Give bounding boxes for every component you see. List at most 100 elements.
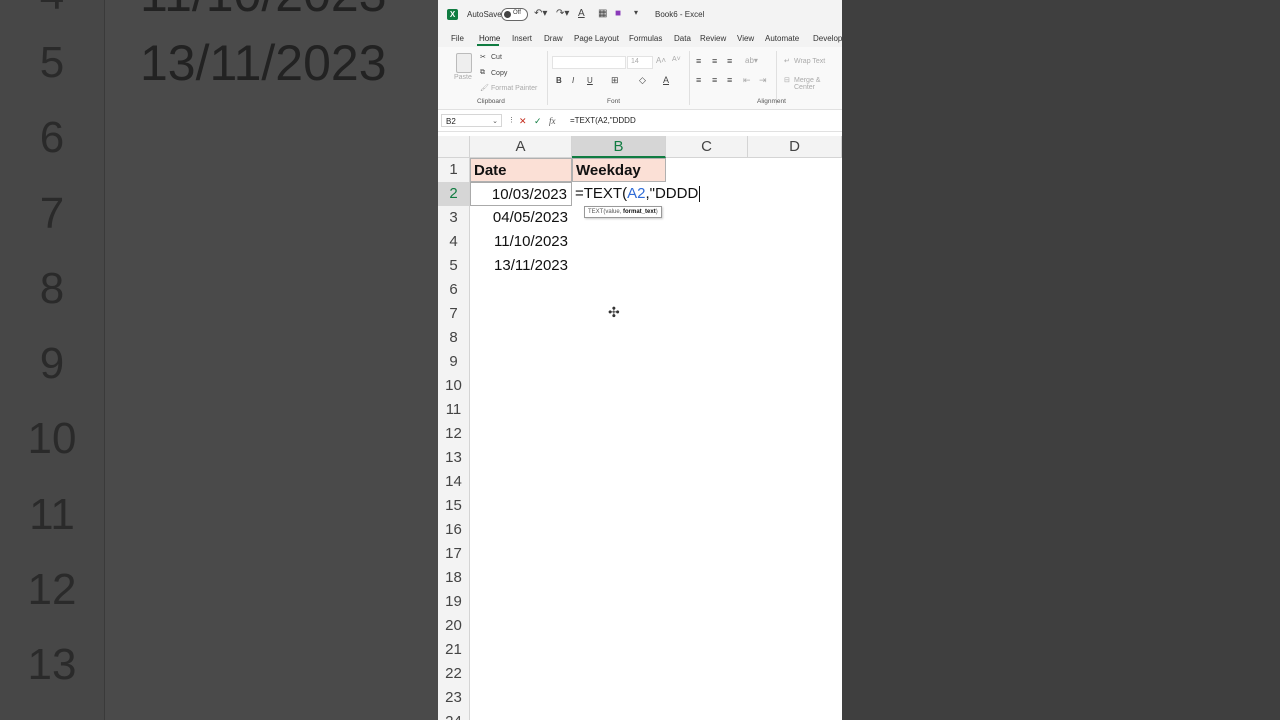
row-header-24[interactable]: 24 bbox=[438, 710, 470, 720]
tab-insert[interactable]: Insert bbox=[512, 34, 532, 43]
column-header-c[interactable]: C bbox=[666, 136, 748, 158]
worksheet-grid[interactable]: A B C D 1 2 3 4 5 6 7 8 9 10 11 12 13 14 15 16 17 18 19 20 2… bbox=[438, 136, 842, 720]
tab-data[interactable]: Data bbox=[674, 34, 691, 43]
font-color-button-icon[interactable]: A bbox=[663, 75, 669, 85]
more-icon: ⋮ bbox=[508, 117, 515, 124]
row-header-16[interactable]: 16 bbox=[438, 518, 470, 542]
bg-date: 13/11/2023 bbox=[140, 35, 387, 91]
enter-icon[interactable]: ✓ bbox=[534, 116, 542, 127]
excel-window: X AutoSave Off ↶▾ ↷▾ A ▦ ■ ▾ Book6 - Exc… bbox=[438, 0, 842, 720]
fill-color-icon[interactable]: ◇ bbox=[639, 75, 646, 86]
font-color-icon[interactable]: A bbox=[578, 8, 585, 19]
borders-button-icon[interactable]: ⊞ bbox=[611, 75, 619, 86]
redo-icon[interactable]: ↷▾ bbox=[556, 8, 569, 19]
row-header-23[interactable]: 23 bbox=[438, 686, 470, 710]
row-header-11[interactable]: 11 bbox=[438, 398, 470, 422]
paste-label[interactable]: Paste bbox=[454, 74, 472, 81]
merge-label[interactable]: Merge & Center bbox=[794, 77, 842, 91]
row-header-4[interactable]: 4 bbox=[438, 230, 470, 254]
tab-review[interactable]: Review bbox=[700, 34, 726, 43]
align-middle-icon[interactable]: ≡ bbox=[712, 56, 717, 66]
cell-b2-editing[interactable]: =TEXT(A2,"DDDD bbox=[572, 182, 712, 206]
row-header-14[interactable]: 14 bbox=[438, 470, 470, 494]
format-painter-icon[interactable]: 🖌 bbox=[480, 84, 489, 92]
font-size-value: 14 bbox=[631, 58, 639, 65]
row-header-5[interactable]: 5 bbox=[438, 254, 470, 278]
row-header-1[interactable]: 1 bbox=[438, 158, 470, 182]
row-header-12[interactable]: 12 bbox=[438, 422, 470, 446]
column-header-a[interactable]: A bbox=[470, 136, 572, 158]
autosave-toggle[interactable]: Off bbox=[501, 8, 528, 21]
tab-file[interactable]: File bbox=[451, 34, 464, 43]
cell-a5[interactable]: 13/11/2023 bbox=[470, 254, 572, 278]
cell-a1[interactable]: Date bbox=[470, 158, 572, 182]
customize-qat-icon[interactable]: ▾ bbox=[634, 8, 638, 17]
row-header-19[interactable]: 19 bbox=[438, 590, 470, 614]
undo-icon[interactable]: ↶▾ bbox=[534, 8, 547, 19]
formula-bar: B2 ⌄ ⋮ ✕ ✓ fx =TEXT(A2,"DDDD bbox=[438, 111, 842, 132]
insert-function-icon[interactable]: fx bbox=[549, 116, 556, 126]
underline-button[interactable]: U bbox=[587, 76, 593, 85]
row-header-6[interactable]: 6 bbox=[438, 278, 470, 302]
decrease-font-icon[interactable]: A˅ bbox=[672, 56, 681, 63]
align-bottom-icon[interactable]: ≡ bbox=[727, 56, 732, 66]
tab-draw[interactable]: Draw bbox=[544, 34, 563, 43]
name-box[interactable]: B2 ⌄ bbox=[441, 114, 502, 127]
title-bar: X AutoSave Off ↶▾ ↷▾ A ▦ ■ ▾ Book6 - Exc… bbox=[438, 0, 842, 30]
chevron-down-icon[interactable]: ⌄ bbox=[492, 115, 498, 128]
wrap-text-icon[interactable]: ↵ bbox=[784, 57, 790, 65]
tab-home[interactable]: Home bbox=[479, 34, 500, 43]
cut-label[interactable]: Cut bbox=[491, 54, 502, 61]
format-painter-label[interactable]: Format Painter bbox=[491, 85, 537, 92]
row-header-9[interactable]: 9 bbox=[438, 350, 470, 374]
align-center-icon[interactable]: ≡ bbox=[712, 75, 717, 85]
tab-view[interactable]: View bbox=[737, 34, 754, 43]
font-name-box[interactable] bbox=[552, 56, 626, 69]
tab-formulas[interactable]: Formulas bbox=[629, 34, 662, 43]
orientation-icon[interactable]: ab▾ bbox=[745, 56, 758, 65]
save-icon[interactable]: ■ bbox=[615, 8, 621, 19]
row-header-8[interactable]: 8 bbox=[438, 326, 470, 350]
tab-developer[interactable]: Develop bbox=[813, 34, 842, 43]
cell-a3[interactable]: 04/05/2023 bbox=[470, 206, 572, 230]
copy-icon[interactable]: ⧉ bbox=[480, 69, 485, 77]
excel-logo-icon: X bbox=[447, 9, 458, 20]
row-header-13[interactable]: 13 bbox=[438, 446, 470, 470]
increase-indent-icon[interactable]: ⇥ bbox=[759, 75, 767, 86]
row-header-21[interactable]: 21 bbox=[438, 638, 470, 662]
align-right-icon[interactable]: ≡ bbox=[727, 75, 732, 85]
cell-a2[interactable]: 10/03/2023 bbox=[470, 182, 572, 206]
copy-label[interactable]: Copy bbox=[491, 70, 507, 77]
font-size-box[interactable]: 14 bbox=[627, 56, 653, 69]
paste-icon[interactable] bbox=[456, 53, 472, 73]
cancel-icon[interactable]: ✕ bbox=[519, 116, 527, 127]
align-top-icon[interactable]: ≡ bbox=[696, 56, 701, 66]
row-header-7[interactable]: 7 bbox=[438, 302, 470, 326]
column-header-b[interactable]: B bbox=[572, 136, 666, 158]
row-header-17[interactable]: 17 bbox=[438, 542, 470, 566]
row-header-22[interactable]: 22 bbox=[438, 662, 470, 686]
tab-page-layout[interactable]: Page Layout bbox=[574, 34, 619, 43]
select-all-button[interactable] bbox=[438, 136, 470, 158]
formula-input[interactable]: =TEXT(A2,"DDDD bbox=[570, 116, 636, 125]
column-header-d[interactable]: D bbox=[748, 136, 842, 158]
increase-font-icon[interactable]: A˄ bbox=[656, 56, 666, 65]
function-tooltip[interactable]: TEXT(value, format_text) bbox=[584, 206, 662, 218]
row-header-10[interactable]: 10 bbox=[438, 374, 470, 398]
row-header-15[interactable]: 15 bbox=[438, 494, 470, 518]
cell-a4[interactable]: 11/10/2023 bbox=[470, 230, 572, 254]
decrease-indent-icon[interactable]: ⇤ bbox=[743, 75, 751, 86]
align-left-icon[interactable]: ≡ bbox=[696, 75, 701, 85]
row-header-3[interactable]: 3 bbox=[438, 206, 470, 230]
merge-icon[interactable]: ⊟ bbox=[784, 76, 790, 84]
row-header-18[interactable]: 18 bbox=[438, 566, 470, 590]
italic-button[interactable]: I bbox=[572, 76, 574, 85]
bold-button[interactable]: B bbox=[556, 76, 562, 85]
cell-b1[interactable]: Weekday bbox=[572, 158, 666, 182]
row-header-20[interactable]: 20 bbox=[438, 614, 470, 638]
wrap-text-label[interactable]: Wrap Text bbox=[794, 58, 825, 65]
cut-icon[interactable]: ✂ bbox=[480, 53, 486, 61]
tab-automate[interactable]: Automate bbox=[765, 34, 799, 43]
row-header-2[interactable]: 2 bbox=[438, 182, 470, 206]
borders-icon[interactable]: ▦ bbox=[598, 8, 607, 19]
